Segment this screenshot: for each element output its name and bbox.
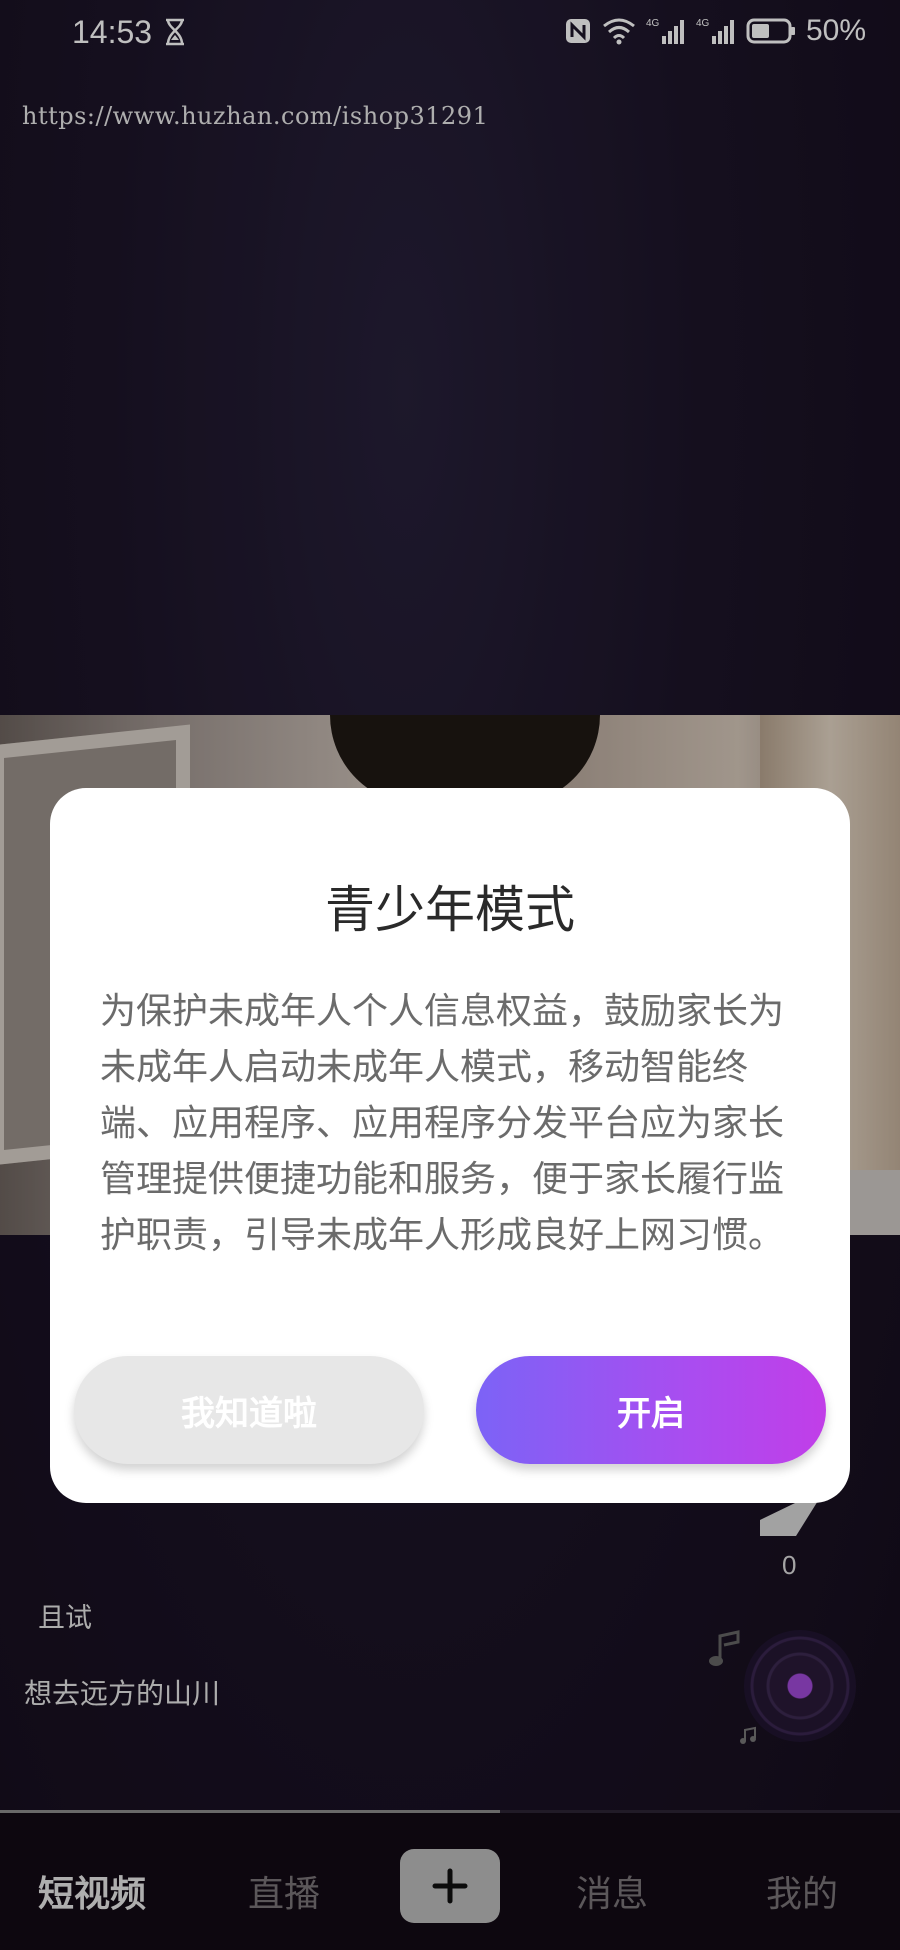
dialog-title: 青少年模式 bbox=[325, 881, 575, 939]
teen-mode-dialog: 青少年模式 为保护未成年人个人信息权益，鼓励家长为未成年人启动未成年人模式，移动… bbox=[50, 788, 850, 1503]
dismiss-button[interactable]: 我知道啦 bbox=[74, 1356, 424, 1464]
dialog-body: 为保护未成年人个人信息权益，鼓励家长为未成年人启动未成年人模式，移动智能终端、应… bbox=[100, 991, 785, 1256]
enable-button[interactable]: 开启 bbox=[476, 1356, 826, 1464]
